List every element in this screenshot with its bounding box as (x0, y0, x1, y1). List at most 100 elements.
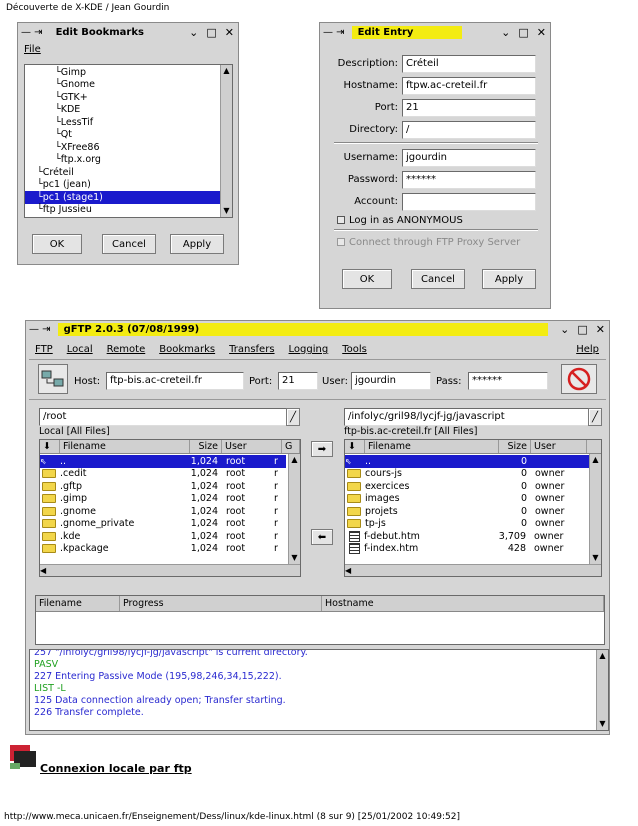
host-field[interactable]: ftp-bis.ac-creteil.fr (106, 372, 244, 390)
file-row[interactable]: exercices 0 owner (345, 480, 589, 493)
transfer-col-progress[interactable]: Progress (120, 596, 322, 611)
tree-item[interactable]: └ ftp Jussieu (25, 204, 232, 217)
file-row[interactable]: tp-js 0 owner (345, 518, 589, 531)
window-menu-icon[interactable]: — ⇥ (320, 27, 348, 38)
file-row[interactable]: .gimp 1,024 root r (40, 493, 286, 506)
col-user[interactable]: User (222, 440, 282, 453)
anonymous-checkbox[interactable]: Log in as ANONYMOUS (337, 215, 463, 226)
file-row[interactable]: projets 0 owner (345, 505, 589, 518)
maximize-icon[interactable]: □ (202, 26, 220, 39)
menu-logging[interactable]: Logging (289, 344, 329, 355)
tree-item[interactable]: └ XFree86 (25, 141, 232, 154)
cancel-button[interactable]: Cancel (102, 234, 156, 254)
remote-path-button[interactable]: ╱ (588, 408, 602, 426)
checkbox-icon[interactable] (337, 238, 345, 246)
local-file-list[interactable]: ⬇ Filename Size User G ⇖.. 1,024 root r .ced… (39, 439, 301, 577)
file-row[interactable]: .gftp 1,024 root r (40, 480, 286, 493)
file-row[interactable]: .kde 1,024 root r (40, 530, 286, 543)
scroll-up-icon[interactable]: ▲ (289, 454, 300, 466)
maximize-icon[interactable]: □ (514, 26, 532, 39)
menu-tools[interactable]: Tools (342, 344, 367, 355)
local-vscroll[interactable]: ▲ ▼ (288, 454, 300, 564)
log-scrollbar[interactable]: ▲ ▼ (596, 650, 608, 730)
tree-item[interactable]: └ Créteil (25, 166, 232, 179)
file-row[interactable]: cours-js 0 owner (345, 468, 589, 481)
col-size[interactable]: Size (190, 440, 222, 453)
col-user[interactable]: User (531, 440, 587, 453)
user-field[interactable]: jgourdin (351, 372, 431, 390)
scroll-down-icon[interactable]: ▼ (597, 718, 608, 730)
port-field[interactable]: 21 (402, 99, 536, 117)
menu-remote[interactable]: Remote (107, 344, 146, 355)
file-row[interactable]: images 0 owner (345, 493, 589, 506)
tree-item[interactable]: └ Gimp (25, 66, 232, 79)
menu-file[interactable]: File (24, 44, 41, 55)
scroll-down-icon[interactable]: ▼ (590, 552, 601, 564)
tree-item[interactable]: └ GTK+ (25, 91, 232, 104)
proxy-checkbox[interactable]: Connect through FTP Proxy Server (337, 237, 520, 248)
file-row[interactable]: .cedit 1,024 root r (40, 468, 286, 481)
col-g[interactable]: G (282, 440, 300, 453)
transfer-queue[interactable]: Filename Progress Hostname (35, 595, 605, 645)
tree-item[interactable]: └ KDE (25, 104, 232, 117)
password-field[interactable]: ****** (402, 171, 536, 189)
apply-button[interactable]: Apply (482, 269, 536, 289)
scroll-down-icon[interactable]: ▼ (221, 205, 232, 217)
scroll-down-icon[interactable]: ▼ (289, 552, 300, 564)
minimize-icon[interactable]: ⌄ (497, 26, 514, 39)
description-field[interactable]: Créteil (402, 55, 536, 73)
minimize-icon[interactable]: ⌄ (185, 26, 202, 39)
minimize-icon[interactable]: ⌄ (556, 323, 573, 336)
tree-item[interactable]: └ LessTif (25, 116, 232, 129)
maximize-icon[interactable]: □ (573, 323, 591, 336)
window-menu-icon[interactable]: — ⇥ (18, 27, 46, 38)
close-icon[interactable]: ✕ (533, 26, 550, 39)
username-field[interactable]: jgourdin (402, 149, 536, 167)
scroll-up-icon[interactable]: ▲ (221, 65, 232, 77)
sort-icon[interactable]: ⬇ (40, 440, 60, 453)
file-row[interactable]: f-debut.htm 3,709 owner (345, 530, 589, 543)
transfer-col-filename[interactable]: Filename (36, 596, 120, 611)
scroll-up-icon[interactable]: ▲ (590, 454, 601, 466)
menu-transfers[interactable]: Transfers (229, 344, 274, 355)
checkbox-icon[interactable] (337, 216, 345, 224)
file-row[interactable]: .gnome_private 1,024 root r (40, 518, 286, 531)
connect-icon[interactable] (38, 364, 68, 394)
sort-icon[interactable]: ⬇ (345, 440, 365, 453)
tree-item[interactable]: └ pc1 (jean) (25, 179, 232, 192)
ok-button[interactable]: OK (342, 269, 392, 289)
close-icon[interactable]: ✕ (221, 26, 238, 39)
menu-help[interactable]: Help (576, 344, 599, 355)
download-arrow-icon[interactable]: ⬅ (311, 529, 333, 545)
directory-field[interactable]: / (402, 121, 536, 139)
local-path-field[interactable]: /root (39, 408, 287, 426)
account-field[interactable] (402, 193, 536, 211)
bookmark-tree[interactable]: └ Gimp └ Gnome └ GTK+ └ KDE └ LessTif └ Qt └ X… (24, 64, 233, 218)
col-filename[interactable]: Filename (60, 440, 190, 453)
window-menu-icon[interactable]: — ⇥ (26, 324, 54, 335)
ok-button[interactable]: OK (32, 234, 82, 254)
transfer-col-hostname[interactable]: Hostname (322, 596, 604, 611)
close-icon[interactable]: ✕ (592, 323, 609, 336)
tree-item[interactable]: └ Qt (25, 129, 232, 142)
upload-arrow-icon[interactable]: ➡ (311, 441, 333, 457)
file-row[interactable]: .kpackage 1,024 root r (40, 543, 286, 556)
pass-field[interactable]: ****** (468, 372, 548, 390)
local-hscroll[interactable]: ◀ (40, 564, 300, 576)
scroll-up-icon[interactable]: ▲ (597, 650, 608, 662)
col-filename[interactable]: Filename (365, 440, 499, 453)
file-row[interactable]: ⇖.. 0 (345, 455, 589, 468)
port-field[interactable]: 21 (278, 372, 318, 390)
file-row[interactable]: f-index.htm 428 owner (345, 543, 589, 556)
menu-bookmarks[interactable]: Bookmarks (159, 344, 215, 355)
remote-file-list[interactable]: ⬇ Filename Size User ⇖.. 0 cours-js 0 owner e… (344, 439, 602, 577)
tree-item[interactable]: └ ftp.x.org (25, 154, 232, 167)
apply-button[interactable]: Apply (170, 234, 224, 254)
disconnect-icon[interactable] (561, 364, 597, 394)
file-row[interactable]: .gnome 1,024 root r (40, 505, 286, 518)
remote-hscroll[interactable]: ◀ (345, 564, 601, 576)
tree-item[interactable]: └ Gnome (25, 79, 232, 92)
file-row[interactable]: ⇖.. 1,024 root r (40, 455, 286, 468)
hostname-field[interactable]: ftpw.ac-creteil.fr (402, 77, 536, 95)
tree-item[interactable]: └ pc1 (stage1) (25, 191, 232, 204)
